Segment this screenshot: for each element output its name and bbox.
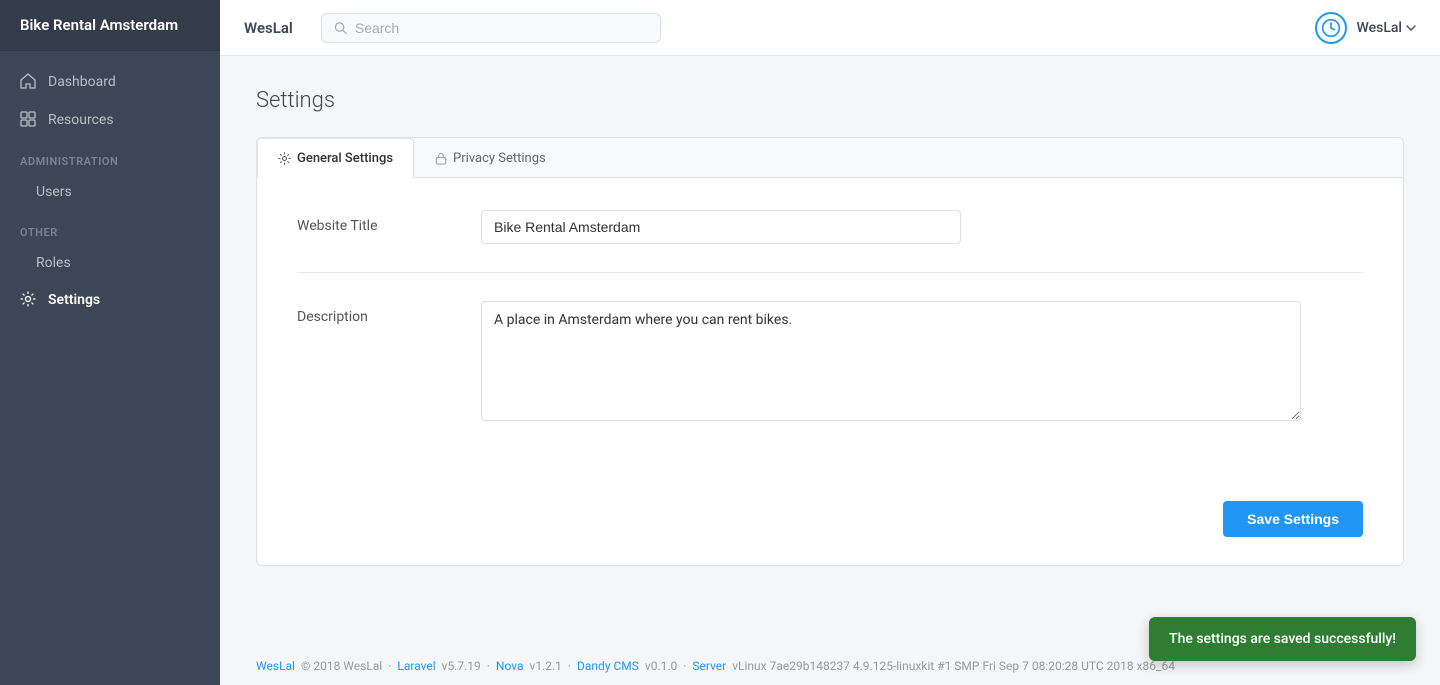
- main-content: WesLal WesLal: [220, 0, 1440, 685]
- user-avatar: [1315, 12, 1347, 44]
- user-name-label: WesLal: [1357, 20, 1403, 36]
- tabs: General Settings Privacy Settings: [257, 138, 1403, 178]
- footer-brand-link[interactable]: WesLal: [256, 659, 295, 673]
- sidebar-item-resources[interactable]: Resources: [0, 101, 220, 139]
- tab-general-label: General Settings: [297, 151, 393, 166]
- form-divider: [297, 272, 1363, 273]
- website-title-label: Website Title: [297, 210, 457, 234]
- sidebar-item-users[interactable]: Users: [0, 174, 220, 210]
- website-title-field: [481, 210, 1363, 244]
- website-title-input[interactable]: [481, 210, 961, 244]
- settings-card: General Settings Privacy Settings Web: [256, 137, 1404, 566]
- toast-notification: The settings are saved successfully!: [1149, 617, 1416, 661]
- footer-copyright: © 2018 WesLal: [301, 659, 382, 673]
- grid-icon: [20, 111, 38, 129]
- sidebar-logo: Bike Rental Amsterdam: [0, 0, 220, 51]
- description-textarea[interactable]: A place in Amsterdam where you can rent …: [481, 301, 1301, 421]
- footer-nova-link[interactable]: Nova: [496, 659, 524, 673]
- tab-general[interactable]: General Settings: [257, 138, 414, 178]
- tab-privacy-label: Privacy Settings: [453, 151, 546, 166]
- search-bar: [321, 13, 661, 43]
- form-footer: Save Settings: [257, 485, 1403, 565]
- form-body: Website Title Description A place in Ams…: [257, 178, 1403, 485]
- app-name: WesLal: [244, 19, 293, 37]
- sidebar-item-resources-label: Resources: [48, 112, 114, 128]
- description-label: Description: [297, 301, 457, 325]
- description-field: A place in Amsterdam where you can rent …: [481, 301, 1363, 425]
- home-icon: [20, 73, 38, 91]
- chevron-down-icon: [1406, 25, 1416, 31]
- save-settings-button[interactable]: Save Settings: [1223, 501, 1363, 537]
- tab-privacy[interactable]: Privacy Settings: [414, 138, 567, 178]
- page-title: Settings: [256, 88, 1404, 113]
- search-icon: [334, 21, 347, 35]
- sidebar-item-roles[interactable]: Roles: [0, 245, 220, 281]
- search-input[interactable]: [355, 20, 648, 36]
- page-content: Settings General Settings: [220, 56, 1440, 647]
- footer-dandy-link[interactable]: Dandy CMS: [577, 659, 639, 673]
- form-row-title: Website Title: [297, 210, 1363, 244]
- footer-nova-version: v1.2.1: [530, 659, 562, 673]
- gear-icon: [20, 291, 38, 309]
- header-right: WesLal: [1315, 12, 1417, 44]
- sidebar-item-dashboard-label: Dashboard: [48, 74, 116, 90]
- sidebar-item-users-label: Users: [36, 184, 72, 200]
- footer-server-value: vLinux 7ae29b148237 4.9.125-linuxkit #1 …: [732, 659, 1175, 673]
- sidebar-section-other: OTHER: [0, 210, 220, 245]
- sidebar: Bike Rental Amsterdam Dashboard: [0, 0, 220, 685]
- sidebar-section-administration: ADMINISTRATION: [0, 139, 220, 174]
- lock-tab-icon: [435, 152, 447, 165]
- user-menu[interactable]: WesLal: [1357, 20, 1417, 36]
- footer-server-link[interactable]: Server: [692, 659, 726, 673]
- footer-laravel-version: v5.7.19: [442, 659, 481, 673]
- sidebar-item-dashboard[interactable]: Dashboard: [0, 63, 220, 101]
- sidebar-item-roles-label: Roles: [36, 255, 71, 271]
- sidebar-item-settings-label: Settings: [48, 292, 100, 308]
- footer-laravel-link[interactable]: Laravel: [397, 659, 435, 673]
- header: WesLal WesLal: [220, 0, 1440, 56]
- sidebar-item-settings[interactable]: Settings: [0, 281, 220, 319]
- sidebar-nav: Dashboard Resources ADMINISTRATION Users: [0, 51, 220, 685]
- footer-dandy-version: v0.1.0: [645, 659, 677, 673]
- form-row-description: Description A place in Amsterdam where y…: [297, 301, 1363, 425]
- gear-tab-icon: [278, 152, 291, 165]
